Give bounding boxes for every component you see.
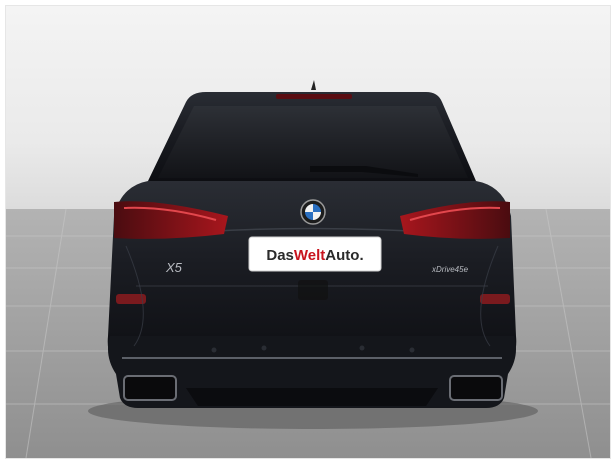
svg-text:DasWeltAuto.: DasWeltAuto. — [266, 247, 363, 264]
variant-badge: xDrive45e — [431, 265, 469, 274]
left-exhaust — [123, 375, 177, 401]
car-photo: DasWeltAuto. X5 xDrive45e — [6, 80, 610, 458]
plate-text-part3: Auto. — [325, 247, 363, 264]
photo-frame: DasWeltAuto. X5 xDrive45e — [6, 6, 610, 458]
roof-antenna — [311, 80, 316, 90]
plate-text-part2: Welt — [294, 247, 325, 264]
bmw-logo-icon — [300, 199, 326, 225]
diffuser — [186, 388, 438, 406]
plate-text-part1: Das — [266, 247, 294, 264]
right-reflector — [480, 294, 510, 304]
rear-camera — [298, 280, 328, 300]
third-brake-light — [276, 94, 352, 99]
right-exhaust — [449, 375, 503, 401]
model-badge: X5 — [165, 260, 183, 275]
dealer-plate: DasWeltAuto. — [248, 236, 382, 272]
